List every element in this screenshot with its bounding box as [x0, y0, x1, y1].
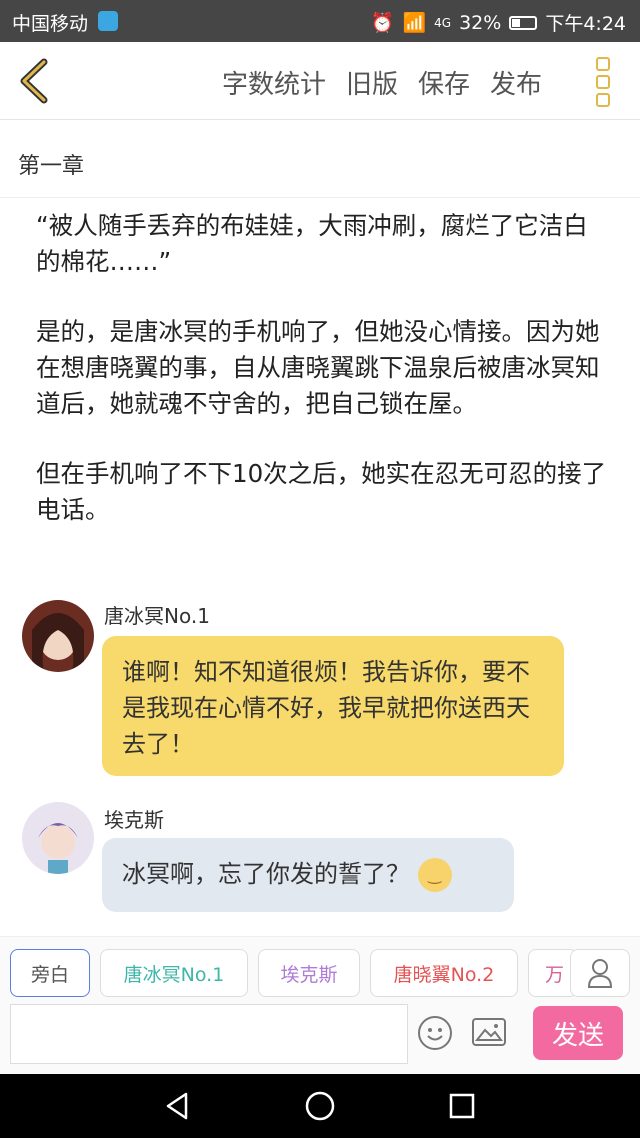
battery-percent: 32%: [459, 11, 502, 34]
role-chip-aikesi[interactable]: 埃克斯: [258, 949, 360, 997]
back-button[interactable]: [14, 58, 54, 104]
telegram-icon: [98, 11, 118, 31]
message-text: 冰冥啊，忘了你发的誓了？: [122, 860, 410, 888]
smile-emoji-icon: ‿: [417, 858, 452, 892]
toolbar-actions: 字数统计 旧版 保存 发布: [222, 64, 542, 101]
paragraph: 是的，是唐冰冥的手机响了，但她没心情接。因为她在想唐晓翼的事，自从唐晓翼跳下温泉…: [36, 317, 600, 418]
chapter-title[interactable]: 第一章: [0, 120, 640, 198]
save-button[interactable]: 保存: [418, 64, 470, 101]
carrier-label: 中国移动: [12, 13, 89, 35]
paragraph: 但在手机响了不下10次之后，她实在忍无可忍的接了电话。: [36, 459, 607, 524]
battery-icon: [509, 15, 538, 30]
home-circle-icon[interactable]: [304, 1090, 336, 1122]
more-dot-icon: [596, 75, 610, 89]
clock: 下午4:24: [545, 13, 626, 35]
role-label: 万: [545, 963, 565, 986]
avatar[interactable]: [22, 600, 94, 672]
role-chip-narrator[interactable]: 旁白: [10, 949, 90, 997]
smile-icon: [427, 1028, 443, 1041]
role-label: 唐冰冥No.1: [123, 963, 225, 986]
back-triangle-icon[interactable]: [162, 1090, 194, 1122]
role-chip-tang-xiaoyi[interactable]: 唐晓翼No.2: [370, 949, 518, 997]
more-dot-icon: [596, 57, 610, 71]
word-count-button[interactable]: 字数统计: [222, 64, 326, 101]
wifi-icon: 📶: [402, 12, 427, 34]
user-icon: [587, 959, 613, 988]
top-toolbar: 字数统计 旧版 保存 发布: [0, 42, 640, 120]
role-label: 唐晓翼No.2: [393, 963, 495, 986]
role-chip-tang-bingming[interactable]: 唐冰冥No.1: [100, 949, 248, 997]
role-label: 埃克斯: [280, 963, 338, 986]
send-button[interactable]: 发送: [533, 1006, 623, 1060]
role-label: 旁白: [30, 963, 69, 986]
publish-button[interactable]: 发布: [490, 64, 542, 101]
story-content: “被人随手丢弃的布娃娃，大雨冲刷，腐烂了它洁白的棉花……” 是的，是唐冰冥的手机…: [36, 208, 611, 562]
avatar[interactable]: [22, 802, 94, 874]
add-role-button[interactable]: [570, 949, 630, 997]
role-bar: 旁白 唐冰冥No.1 埃克斯 唐晓翼No.2 万: [0, 936, 640, 1006]
status-right: ⏰ 📶 4G 32% 下午4:24: [371, 9, 626, 36]
sender-name: 埃克斯: [104, 808, 164, 832]
old-version-button[interactable]: 旧版: [346, 64, 398, 101]
network-label: 4G: [434, 15, 452, 30]
image-button[interactable]: [472, 1018, 506, 1046]
paragraph: “被人随手丢弃的布娃娃，大雨冲刷，腐烂了它洁白的棉花……”: [36, 211, 588, 276]
recent-apps-icon[interactable]: [448, 1092, 476, 1120]
message-bubble[interactable]: 冰冥啊，忘了你发的誓了？ ‿: [102, 838, 514, 912]
input-bar: 发送: [0, 1000, 640, 1074]
system-nav-bar: [0, 1074, 640, 1138]
message-input[interactable]: [10, 1004, 408, 1064]
message-bubble[interactable]: 谁啊！知不知道很烦！我告诉你，要不是我现在心情不好，我早就把你送西天去了！: [102, 636, 564, 776]
emoji-button[interactable]: [418, 1016, 452, 1050]
sender-name: 唐冰冥No.1: [104, 604, 210, 628]
chevron-left-icon: [20, 58, 48, 104]
image-icon: [474, 1024, 503, 1041]
more-menu-button[interactable]: [596, 57, 614, 107]
alarm-icon: ⏰: [370, 12, 395, 34]
more-dot-icon: [596, 93, 610, 107]
status-bar: 中国移动 ⏰ 📶 4G 32% 下午4:24: [0, 0, 640, 42]
